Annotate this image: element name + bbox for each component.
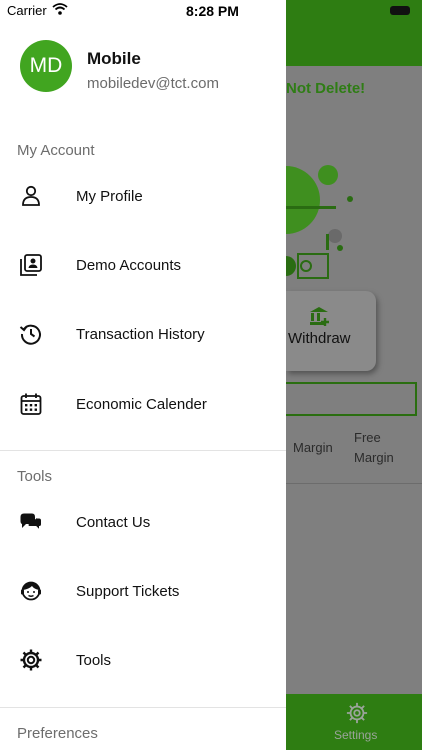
wifi-icon <box>52 3 68 15</box>
bank-icon <box>308 305 330 327</box>
menu-item-support-tickets[interactable]: Support Tickets <box>0 566 286 616</box>
section-title-tools: Tools <box>17 468 53 485</box>
section-title-preferences: Preferences <box>17 725 98 742</box>
gear-icon <box>19 648 43 672</box>
tab-bar: Settings <box>286 694 422 750</box>
free-margin-column-header: Free Margin <box>354 428 394 468</box>
menu-item-label: Economic Calender <box>76 395 207 413</box>
free-margin-line2: Margin <box>354 450 394 465</box>
divider <box>286 483 422 484</box>
menu-item-label: Demo Accounts <box>76 256 182 274</box>
section-divider <box>0 707 286 708</box>
section-divider <box>0 450 286 451</box>
support-icon <box>19 579 43 603</box>
amount-input[interactable] <box>286 382 417 416</box>
status-time: 8:28 PM <box>186 3 239 19</box>
menu-item-tools[interactable]: Tools <box>0 635 286 685</box>
illustration <box>286 150 366 280</box>
user-email: mobiledev@tct.com <box>87 75 219 92</box>
calendar-icon <box>19 392 43 416</box>
history-icon <box>19 322 43 346</box>
menu-item-label: Support Tickets <box>76 582 180 600</box>
menu-item-contact-us[interactable]: Contact Us <box>0 497 286 547</box>
menu-item-label: Tools <box>76 651 112 669</box>
menu-item-my-profile[interactable]: My Profile <box>0 171 286 221</box>
menu-item-label: My Profile <box>76 187 143 205</box>
menu-item-demo-accounts[interactable]: Demo Accounts <box>0 240 286 290</box>
margin-column-header: Margin <box>293 440 333 455</box>
menu-item-economic-calendar[interactable]: Economic Calender <box>0 379 286 429</box>
withdraw-button[interactable]: Withdraw <box>286 291 376 371</box>
side-drawer: Carrier 8:28 PM MD Mobile mobiledev@tct.… <box>0 0 286 750</box>
section-title-my-account: My Account <box>17 142 95 159</box>
battery-icon <box>390 6 410 15</box>
menu-item-transaction-history[interactable]: Transaction History <box>0 309 286 359</box>
warning-text: Not Delete! <box>286 80 366 97</box>
tab-settings[interactable]: Settings <box>334 728 377 742</box>
accounts-icon <box>19 253 43 277</box>
chat-icon <box>19 510 43 534</box>
carrier-label: Carrier <box>7 3 47 18</box>
user-name: Mobile <box>87 49 141 68</box>
menu-item-label: Transaction History <box>76 325 205 343</box>
person-icon <box>19 184 43 208</box>
menu-item-label: Contact Us <box>76 513 151 531</box>
settings-tab-icon[interactable] <box>346 702 368 724</box>
avatar[interactable]: MD <box>20 40 72 92</box>
free-margin-line1: Free <box>354 430 381 445</box>
withdraw-label: Withdraw <box>288 330 351 347</box>
